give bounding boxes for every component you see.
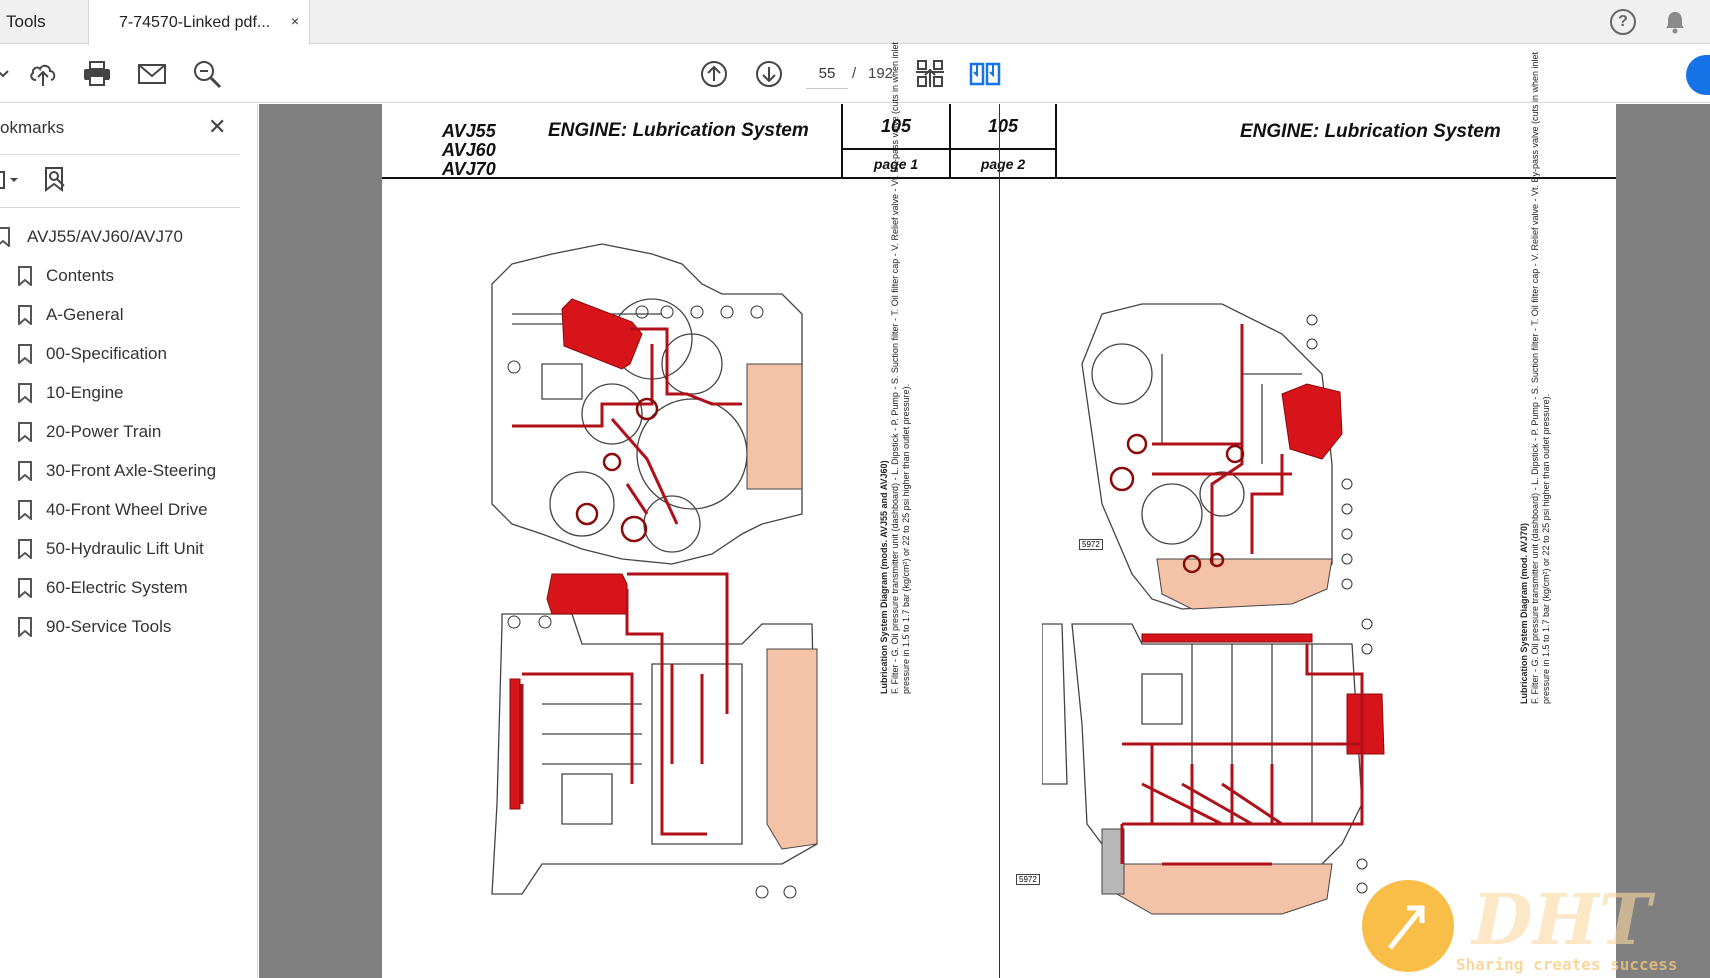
email-icon[interactable]	[135, 57, 169, 91]
print-icon[interactable]	[80, 57, 114, 91]
bookmark-icon	[18, 383, 32, 405]
bookmarks-title: okmarks	[0, 118, 65, 137]
bell-icon[interactable]	[1662, 9, 1688, 35]
bookmark-list: AVJ55/AVJ60/AVJ70 Contents A-General 00-Spe…	[0, 217, 240, 646]
bookmark-icon	[18, 539, 32, 561]
bookmark-icon	[18, 305, 32, 327]
tab-close-icon[interactable]: ×	[291, 13, 299, 29]
zoom-search-icon[interactable]	[190, 57, 224, 91]
model-name: AVJ60	[442, 140, 496, 160]
caption-line: pressure in 1.5 to 1.7 bar (kg/cm²) or 2…	[901, 383, 911, 694]
two-page-view-icon[interactable]	[968, 57, 1002, 91]
sidebar-divider	[0, 207, 240, 208]
previous-page-icon[interactable]	[697, 57, 731, 91]
tab-document-label: 7-74570-Linked pdf...	[119, 13, 271, 31]
caption-line: Lubrication System Diagram (mod. AVJ70)	[1519, 522, 1529, 704]
bookmarks-panel: okmarks ✕ AVJ55/AVJ60/AVJ70 Contents A-Gen…	[0, 104, 258, 978]
tab-bar: Tools 7-74570-Linked pdf... × ?	[0, 0, 1710, 45]
chevron-down-icon[interactable]	[0, 57, 20, 91]
bookmark-item[interactable]: AVJ55/AVJ60/AVJ70	[0, 217, 240, 256]
bookmark-item[interactable]: 90-Service Tools	[0, 607, 240, 646]
svg-text:DHT: DHT	[1470, 878, 1656, 961]
bookmark-icon	[18, 578, 32, 600]
bookmark-label: 40-Front Wheel Drive	[46, 500, 208, 519]
bookmark-icon	[18, 500, 32, 522]
bookmark-label: Contents	[46, 266, 115, 285]
bookmark-icon	[18, 461, 32, 483]
bookmark-icon	[18, 344, 32, 366]
upload-cloud-icon[interactable]	[26, 57, 60, 91]
figure-caption-left: Lubrication System Diagram (mods. AVJ55 …	[879, 42, 912, 694]
toolbar: 55 / 192	[0, 45, 1710, 103]
bookmark-item[interactable]: 60-Electric System	[0, 568, 240, 607]
scroll-mode-icon[interactable]	[913, 57, 947, 91]
caption-line: Lubrication System Diagram (mods. AVJ55 …	[879, 460, 889, 694]
document-view[interactable]: AVJ55 AVJ60 AVJ70 ENGINE: Lubrication Sy…	[259, 42, 1710, 978]
lubrication-diagram-right	[1042, 303, 1385, 915]
caption-line: pressure in 1.5 to 1.7 bar (kg/cm²) or 2…	[1541, 393, 1551, 704]
bookmark-item[interactable]: 40-Front Wheel Drive	[0, 490, 240, 529]
watermark-slogan: Sharing creates success	[1456, 955, 1678, 974]
bookmark-item[interactable]: Contents	[0, 256, 240, 295]
bookmark-icon	[0, 227, 10, 249]
close-icon[interactable]: ✕	[208, 114, 226, 140]
figure-code: 5972	[1016, 874, 1040, 885]
caption-line: F. Filter - G. Oil pressure transmitter …	[1530, 51, 1540, 704]
page-number-input[interactable]: 55	[806, 59, 848, 89]
bookmark-item[interactable]: 30-Front Axle-Steering	[0, 451, 240, 490]
section-number: 105	[987, 116, 1019, 136]
tab-tools-label: Tools	[6, 12, 46, 31]
help-glyph: ?	[1618, 13, 1628, 30]
bookmark-item[interactable]: 00-Specification	[0, 334, 240, 373]
bookmark-label: 90-Service Tools	[46, 617, 172, 636]
caption-line: F. Filter - G. Oil pressure transmitter …	[890, 41, 900, 694]
lubrication-diagram-left	[491, 243, 818, 899]
page-number-box-right: 105 page 2	[949, 104, 1057, 178]
page-divider	[999, 104, 1000, 978]
bookmark-label: A-General	[46, 305, 124, 324]
bookmark-item[interactable]: 50-Hydraulic Lift Unit	[0, 529, 240, 568]
model-name: AVJ55	[442, 121, 496, 141]
bookmark-item[interactable]: 10-Engine	[0, 373, 240, 412]
pdf-page-spread: AVJ55 AVJ60 AVJ70 ENGINE: Lubrication Sy…	[382, 42, 1616, 978]
bookmark-label: 10-Engine	[46, 383, 124, 402]
help-icon[interactable]: ?	[1610, 9, 1636, 35]
bookmark-label: 30-Front Axle-Steering	[46, 461, 217, 480]
next-page-icon[interactable]	[752, 57, 786, 91]
page-separator: /	[852, 65, 857, 82]
tab-tools[interactable]: Tools	[6, 0, 86, 44]
share-button[interactable]	[1686, 55, 1710, 95]
model-list: AVJ55 AVJ60 AVJ70	[442, 122, 496, 179]
tab-document[interactable]: 7-74570-Linked pdf... ×	[88, 0, 310, 45]
page-title-right: ENGINE: Lubrication System	[1240, 121, 1501, 142]
figure-caption-right: Lubrication System Diagram (mod. AVJ70) …	[1519, 52, 1552, 704]
page-label: page 2	[980, 156, 1026, 172]
bookmark-label: 50-Hydraulic Lift Unit	[46, 539, 204, 558]
bookmark-label: 20-Power Train	[46, 422, 162, 441]
add-bookmark-icon[interactable]	[42, 166, 70, 194]
bookmark-icon	[18, 266, 32, 288]
bookmark-icon	[18, 617, 32, 639]
expand-options-icon[interactable]	[0, 168, 22, 192]
bookmark-label: 00-Specification	[46, 344, 167, 363]
sidebar-divider	[0, 154, 240, 155]
bookmark-label: AVJ55/AVJ60/AVJ70	[27, 227, 183, 246]
figure-code: 5972	[1079, 539, 1103, 550]
bookmark-item[interactable]: A-General	[0, 295, 240, 334]
bookmark-icon	[18, 422, 32, 444]
page-title-left: ENGINE: Lubrication System	[548, 120, 809, 141]
bookmark-item[interactable]: 20-Power Train	[0, 412, 240, 451]
bookmark-label: 60-Electric System	[46, 578, 188, 597]
